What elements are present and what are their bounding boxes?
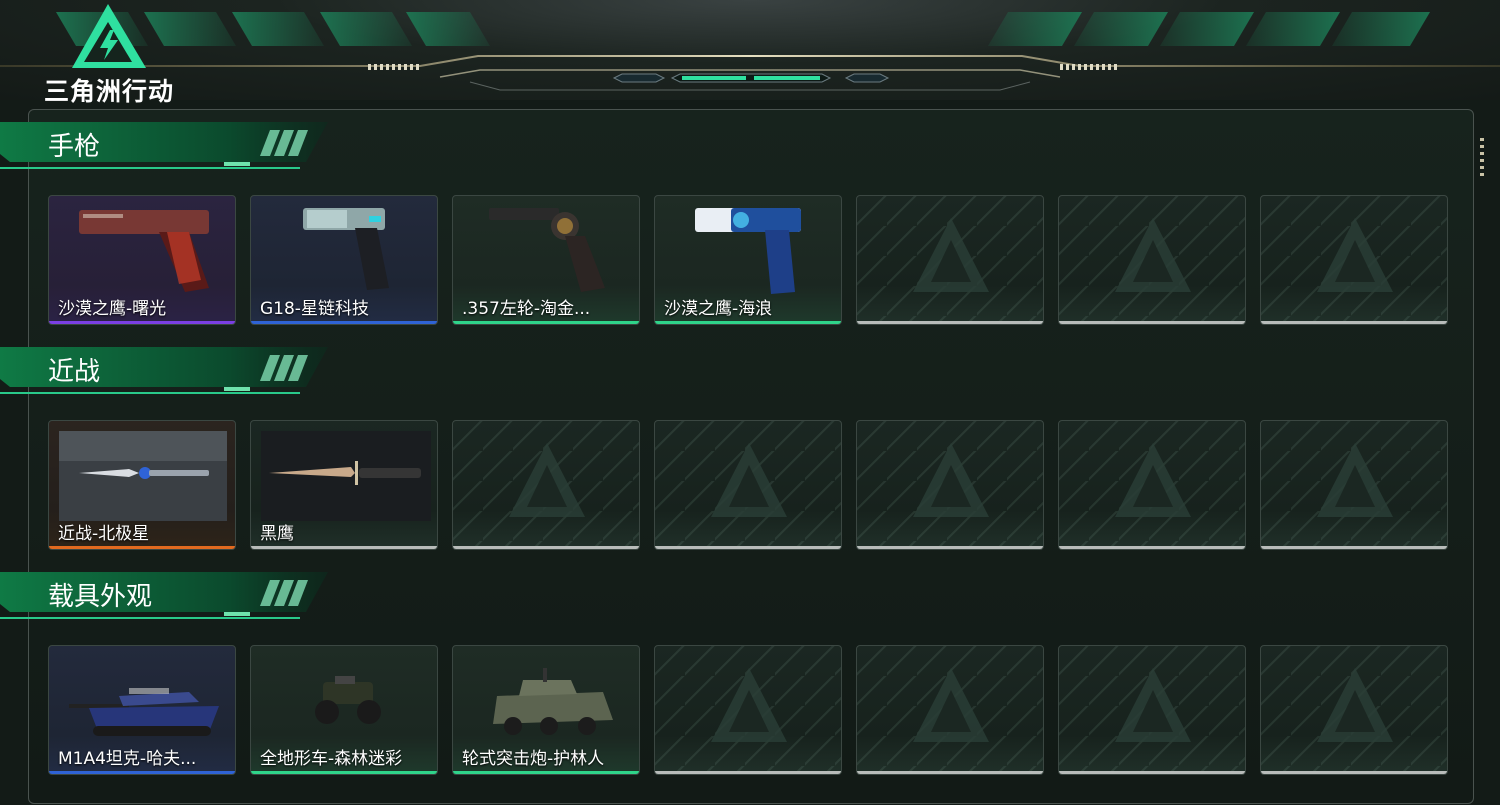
polaris-knife-icon bbox=[59, 431, 227, 521]
item-name: 黑鹰 bbox=[260, 524, 294, 544]
item-card[interactable]: .357左轮-淘金... bbox=[452, 195, 640, 325]
rarity-bar bbox=[1261, 321, 1447, 324]
empty-slot-logo-icon bbox=[1115, 218, 1191, 292]
wheeled-assault-gun-icon bbox=[493, 668, 613, 735]
section-title: 近战 bbox=[48, 357, 101, 387]
empty-slot[interactable] bbox=[1260, 195, 1448, 325]
rarity-bar bbox=[453, 771, 639, 774]
item-card[interactable]: 沙漠之鹰-曙光 bbox=[48, 195, 236, 325]
empty-slot-logo-icon bbox=[913, 443, 989, 517]
rarity-bar bbox=[251, 546, 437, 549]
rarity-bar bbox=[857, 546, 1043, 549]
rarity-bar bbox=[1059, 321, 1245, 324]
section-header-pistols: 手枪 bbox=[0, 118, 340, 174]
rarity-bar bbox=[655, 321, 841, 324]
empty-slot-logo-icon bbox=[913, 668, 989, 742]
item-card[interactable]: 轮式突击炮-护林人 bbox=[452, 645, 640, 775]
empty-slot[interactable] bbox=[856, 195, 1044, 325]
item-name: 近战-北极星 bbox=[58, 524, 150, 544]
item-card[interactable]: M1A4坦克-哈夫... bbox=[48, 645, 236, 775]
empty-slot-logo-icon bbox=[711, 668, 787, 742]
section-header-melee: 近战 bbox=[0, 343, 340, 399]
item-card[interactable]: 黑鹰 bbox=[250, 420, 438, 550]
empty-slot[interactable] bbox=[1260, 645, 1448, 775]
pistol-row: 沙漠之鹰-曙光 G18-星链科技 .357左轮-淘金... 沙漠之鹰-海浪 bbox=[48, 195, 1450, 325]
melee-row: 近战-北极星 黑鹰 bbox=[48, 420, 1450, 550]
rarity-bar bbox=[655, 771, 841, 774]
item-name: 全地形车-森林迷彩 bbox=[260, 749, 403, 769]
item-name: 沙漠之鹰-海浪 bbox=[664, 299, 773, 319]
rarity-bar bbox=[1261, 771, 1447, 774]
empty-slot-logo-icon bbox=[711, 443, 787, 517]
scrollbar-indicator[interactable] bbox=[1480, 138, 1484, 178]
empty-slot-logo-icon bbox=[1317, 668, 1393, 742]
empty-slot[interactable] bbox=[856, 420, 1044, 550]
rarity-bar bbox=[1059, 771, 1245, 774]
empty-slot[interactable] bbox=[856, 645, 1044, 775]
section-title: 载具外观 bbox=[48, 582, 153, 612]
rarity-bar bbox=[49, 546, 235, 549]
empty-slot[interactable] bbox=[1260, 420, 1448, 550]
item-card[interactable]: 近战-北极星 bbox=[48, 420, 236, 550]
rarity-bar bbox=[857, 321, 1043, 324]
empty-slot[interactable] bbox=[654, 420, 842, 550]
empty-slot[interactable] bbox=[1058, 195, 1246, 325]
top-header: 三角洲行动 bbox=[0, 0, 1500, 106]
rarity-bar bbox=[49, 771, 235, 774]
item-name: .357左轮-淘金... bbox=[462, 299, 591, 319]
item-name: G18-星链科技 bbox=[260, 299, 369, 319]
rarity-bar bbox=[453, 321, 639, 324]
empty-slot-logo-icon bbox=[913, 218, 989, 292]
item-card[interactable]: 沙漠之鹰-海浪 bbox=[654, 195, 842, 325]
black-hawk-knife-icon bbox=[261, 431, 431, 521]
empty-slot-logo-icon bbox=[1115, 668, 1191, 742]
m1a4-tank-icon bbox=[69, 688, 219, 736]
rarity-bar bbox=[655, 546, 841, 549]
item-card[interactable]: G18-星链科技 bbox=[250, 195, 438, 325]
empty-slot[interactable] bbox=[452, 420, 640, 550]
revolver-357-icon bbox=[489, 208, 605, 292]
item-card[interactable]: 全地形车-森林迷彩 bbox=[250, 645, 438, 775]
item-name: 沙漠之鹰-曙光 bbox=[58, 299, 167, 319]
empty-slot[interactable] bbox=[1058, 645, 1246, 775]
header-decoration bbox=[0, 12, 1500, 91]
desert-eagle-wave-icon bbox=[695, 208, 801, 294]
rarity-bar bbox=[857, 771, 1043, 774]
desert-eagle-dawn-icon bbox=[79, 210, 209, 292]
rarity-bar bbox=[453, 546, 639, 549]
empty-slot[interactable] bbox=[654, 645, 842, 775]
rarity-bar bbox=[1059, 546, 1245, 549]
empty-slot-logo-icon bbox=[509, 443, 585, 517]
atv-forest-camo-icon bbox=[315, 676, 381, 724]
empty-slot-logo-icon bbox=[1317, 443, 1393, 517]
empty-slot-logo-icon bbox=[1317, 218, 1393, 292]
rarity-bar bbox=[251, 771, 437, 774]
section-header-vehicle-skins: 载具外观 bbox=[0, 568, 340, 624]
app-logo-text: 三角洲行动 bbox=[44, 77, 175, 106]
empty-slot-logo-icon bbox=[1115, 443, 1191, 517]
empty-slot[interactable] bbox=[1058, 420, 1246, 550]
section-title: 手枪 bbox=[48, 132, 101, 162]
rarity-bar bbox=[49, 321, 235, 324]
item-name: 轮式突击炮-护林人 bbox=[462, 749, 605, 769]
item-name: M1A4坦克-哈夫... bbox=[58, 749, 197, 769]
delta-logo-icon bbox=[72, 4, 146, 68]
vehicle-row: M1A4坦克-哈夫... 全地形车-森林迷彩 轮式突击炮-护林人 bbox=[48, 645, 1450, 775]
rarity-bar bbox=[251, 321, 437, 324]
rarity-bar bbox=[1261, 546, 1447, 549]
g18-starlink-icon bbox=[303, 208, 389, 290]
